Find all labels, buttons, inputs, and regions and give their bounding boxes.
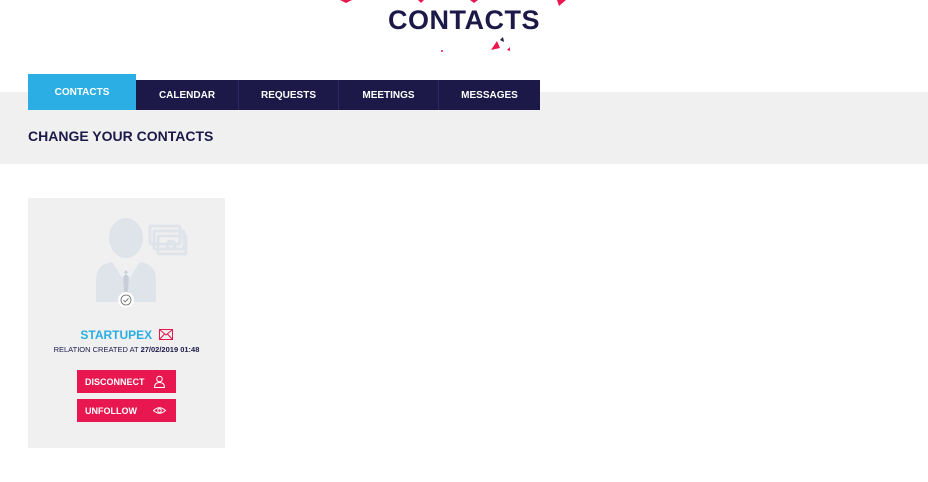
- contact-name[interactable]: STARTUPEX: [80, 328, 152, 342]
- mail-icon[interactable]: [158, 329, 173, 341]
- relation-label: RELATION CREATED AT: [53, 345, 139, 354]
- tab-calendar[interactable]: CALENDAR: [136, 80, 239, 110]
- avatar: [96, 218, 188, 302]
- avatar-icon: [96, 218, 156, 302]
- money-icon: [148, 224, 188, 256]
- tab-messages[interactable]: MESSAGES: [439, 80, 540, 110]
- user-icon: [153, 375, 166, 388]
- eye-icon: [153, 407, 166, 414]
- unfollow-button[interactable]: UNFOLLOW: [77, 399, 176, 422]
- contact-card: STARTUPEX RELATION CREATED AT 27/02/2019…: [28, 198, 225, 448]
- tab-requests[interactable]: REQUESTS: [239, 80, 339, 110]
- contact-name-row: STARTUPEX: [28, 326, 225, 344]
- tab-meetings[interactable]: MEETINGS: [339, 80, 439, 110]
- disconnect-button[interactable]: DISCONNECT: [77, 370, 176, 393]
- tab-bar: CONTACTS CALENDAR REQUESTS MEETINGS MESS…: [28, 74, 540, 110]
- disconnect-label: DISCONNECT: [85, 376, 145, 387]
- unfollow-label: UNFOLLOW: [85, 405, 137, 416]
- page-title: CONTACTS: [388, 5, 540, 35]
- section-title: CHANGE YOUR CONTACTS: [28, 128, 214, 144]
- relation-created: RELATION CREATED AT 27/02/2019 01:48: [28, 345, 225, 354]
- tab-contacts[interactable]: CONTACTS: [28, 74, 136, 110]
- check-icon: [120, 294, 132, 306]
- relation-date: 27/02/2019 01:48: [140, 345, 200, 354]
- verified-badge: [118, 292, 134, 308]
